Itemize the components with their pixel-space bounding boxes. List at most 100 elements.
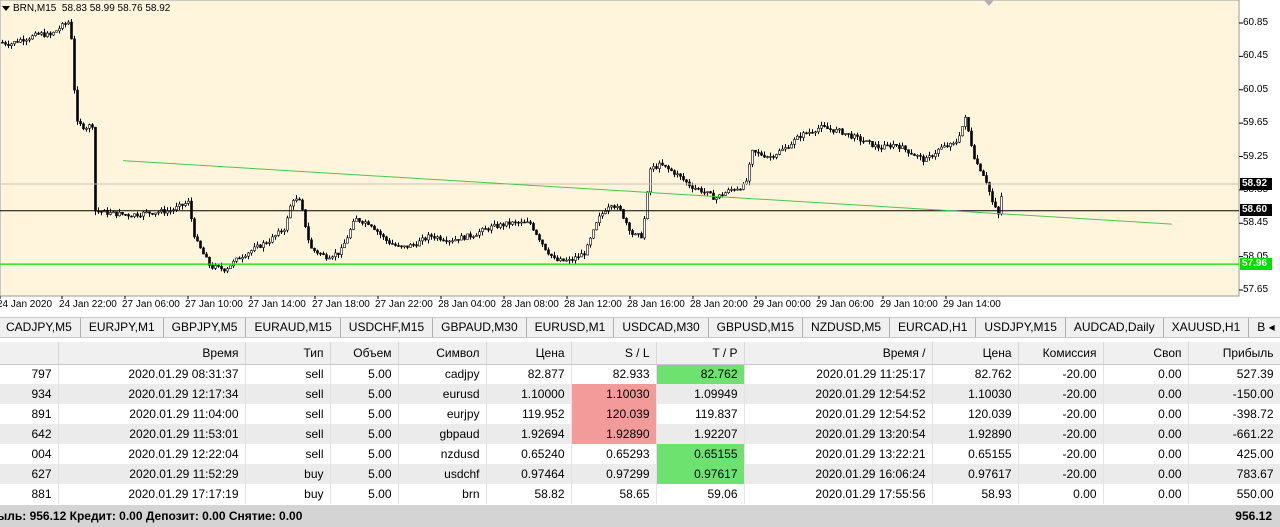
cell-profit: 425.00	[1188, 444, 1280, 464]
candle-body	[631, 230, 634, 235]
current-price-badge: 58.92	[1240, 178, 1272, 190]
cell-tp: 119.837	[656, 404, 745, 424]
column-header-open-price[interactable]: Цена	[486, 342, 572, 365]
candle-body	[511, 221, 514, 225]
candle-body	[478, 231, 481, 236]
tab-audcad-daily[interactable]: AUDCAD,Daily	[1066, 318, 1164, 337]
table-row[interactable]: 934 2020.01.29 12:17:34 sell 5.00 eurusd 1.10…	[0, 384, 1280, 404]
x-tick-label: 29 Jan 06:00	[816, 299, 874, 310]
candle-body	[964, 117, 967, 127]
candle-body	[34, 32, 37, 36]
candle-body	[946, 145, 949, 148]
candle-body	[196, 236, 199, 242]
candle-body	[697, 187, 700, 190]
cell-type: buy	[245, 464, 331, 484]
tab-eurusd-m1[interactable]: EURUSD,M1	[527, 318, 615, 337]
candle-body	[412, 244, 415, 246]
table-row[interactable]: 881 2020.01.29 17:17:19 buy 5.00 brn 58.82 58.…	[0, 484, 1280, 504]
candle-body	[529, 221, 532, 224]
candle-body	[67, 21, 70, 25]
candle-body	[769, 156, 772, 158]
column-header-open-time[interactable]: Время	[58, 342, 246, 365]
y-tick-label: 58.45	[1243, 217, 1269, 229]
tab-usdcad-m30[interactable]: USDCAD,M30	[614, 318, 709, 337]
candle-body	[406, 245, 409, 248]
column-header-close-time[interactable]: Время /	[744, 342, 933, 365]
candle-body	[343, 242, 346, 249]
tab-xauusd-h1[interactable]: XAUUSD,H1	[1164, 318, 1250, 337]
candle-body	[880, 147, 883, 150]
tab-gbpusd-m15[interactable]: GBPUSD,M15	[709, 318, 804, 337]
table-row[interactable]: 891 2020.01.29 11:04:00 sell 5.00 eurjpy 119.…	[0, 404, 1280, 424]
candlestick-chart[interactable]	[0, 0, 1280, 316]
column-header-commission[interactable]: Комиссия	[1018, 342, 1104, 365]
candle-body	[469, 233, 472, 238]
table-row[interactable]: 004 2020.01.29 12:22:04 sell 5.00 nzdusd 0.65…	[0, 444, 1280, 464]
ohlc-values: 58.83 58.99 58.76 58.92	[61, 3, 171, 14]
column-header-swap[interactable]: Своп	[1103, 342, 1189, 365]
candle-body	[811, 131, 814, 134]
candle-body	[211, 265, 214, 269]
tab-eurcad-h1[interactable]: EURCAD,H1	[890, 318, 977, 337]
column-header-volume[interactable]: Объем	[330, 342, 399, 365]
tab-eurjpy-m1[interactable]: EURJPY,M1	[81, 318, 164, 337]
cell-swap: 0.00	[1103, 464, 1189, 484]
cell-profit: 783.67	[1188, 464, 1280, 484]
candle-body	[937, 148, 940, 154]
candle-body	[205, 253, 208, 258]
cell-open-price: 58.82	[486, 484, 572, 504]
candle-body	[514, 221, 517, 224]
table-row[interactable]: 642 2020.01.29 11:53:01 sell 5.00 gbpaud 1.92…	[0, 424, 1280, 444]
candle-body	[280, 230, 283, 233]
candle-body	[889, 144, 892, 148]
candle-body	[325, 254, 328, 260]
candle-body	[898, 144, 901, 149]
column-header-symbol[interactable]: Символ	[398, 342, 487, 365]
cell-commission: -20.00	[1018, 384, 1104, 404]
candle-body	[112, 211, 115, 214]
candle-body	[262, 242, 265, 248]
candle-body	[766, 156, 769, 158]
column-header-tp[interactable]: T / P	[656, 342, 745, 365]
cell-ticket: 797	[0, 364, 59, 384]
candle-body	[892, 143, 895, 148]
table-row[interactable]: 797 2020.01.29 08:31:37 sell 5.00 cadjpy 82.8…	[0, 364, 1280, 384]
candle-body	[451, 240, 454, 243]
candle-body	[706, 191, 709, 193]
column-header-ticket[interactable]	[0, 342, 59, 365]
cell-close-time: 2020.01.29 12:54:52	[744, 384, 933, 404]
cell-tp: 1.09949	[656, 384, 745, 404]
candle-body	[829, 128, 832, 131]
candle-body	[919, 155, 922, 157]
dropdown-triangle-icon[interactable]	[2, 5, 10, 11]
x-tick-label: 27 Jan 22:00	[375, 299, 433, 310]
column-header-type[interactable]: Тип	[245, 342, 331, 365]
candle-body	[538, 234, 541, 241]
candle-body	[865, 140, 868, 142]
candle-body	[31, 35, 34, 40]
candle-body	[535, 229, 538, 235]
column-header-sl[interactable]: S / L	[571, 342, 657, 365]
table-row[interactable]: 627 2020.01.29 11:52:29 buy 5.00 usdchf 0.974…	[0, 464, 1280, 484]
tab-b-[interactable]: B ◂	[1249, 318, 1280, 337]
candle-body	[115, 211, 118, 217]
candle-body	[370, 224, 373, 227]
tab-usdchf-m15[interactable]: USDCHF,M15	[341, 318, 434, 337]
candle-body	[778, 150, 781, 155]
cell-profit: -150.00	[1188, 384, 1280, 404]
tab-usdjpy-m15[interactable]: USDJPY,M15	[976, 318, 1066, 337]
tab-gbpaud-m30[interactable]: GBPAUD,M30	[433, 318, 527, 337]
tab-nzdusd-m5[interactable]: NZDUSD,M5	[803, 318, 891, 337]
candle-body	[10, 43, 13, 46]
tab-gbpjpy-m5[interactable]: GBPJPY,M5	[164, 318, 247, 337]
column-header-profit[interactable]: Прибыль	[1188, 342, 1280, 365]
candle-body	[166, 210, 169, 214]
candle-body	[772, 156, 775, 158]
price-chart[interactable]: BRN,M15 58.83 58.99 58.76 58.92 60.85 60.…	[0, 0, 1280, 316]
candle-body	[724, 192, 727, 196]
tab-cadjpy-m5[interactable]: CADJPY,M5	[0, 318, 81, 337]
candle-body	[943, 145, 946, 148]
candle-body	[904, 145, 907, 151]
column-header-close-price[interactable]: Цена	[932, 342, 1019, 365]
tab-euraud-m15[interactable]: EURAUD,M15	[246, 318, 341, 337]
